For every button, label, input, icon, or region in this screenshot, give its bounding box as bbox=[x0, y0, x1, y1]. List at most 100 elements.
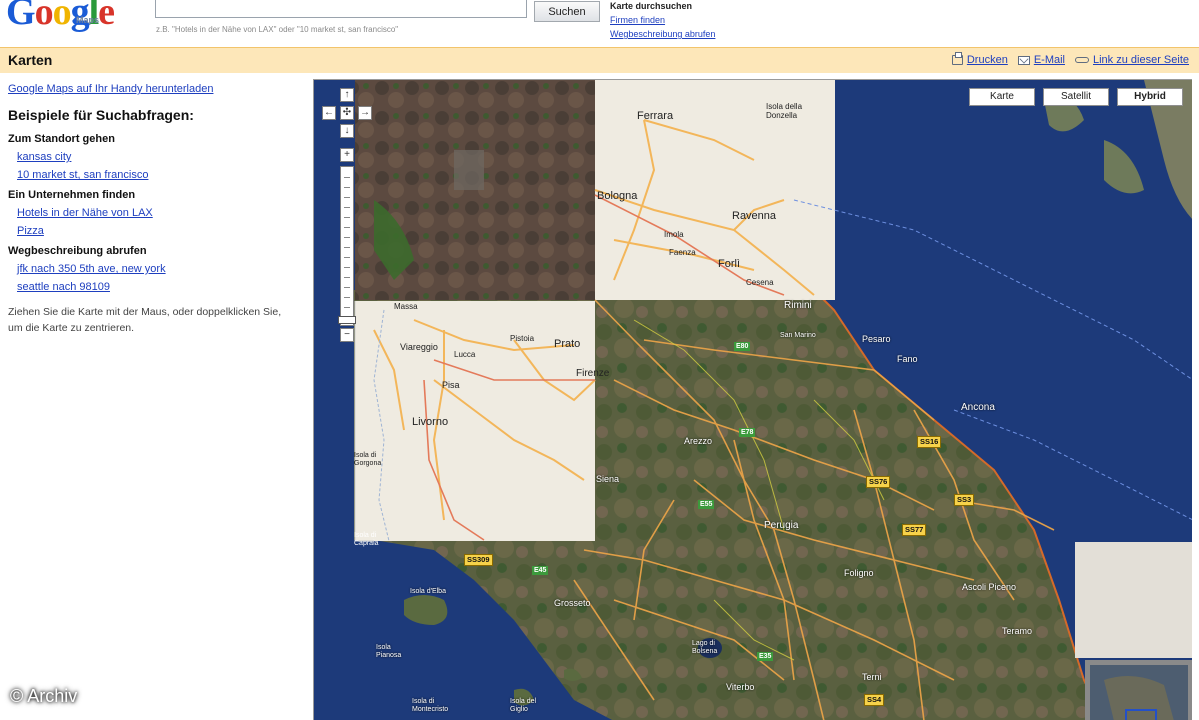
place-label: Isola d'Elba bbox=[410, 588, 446, 595]
place-label: Ascoli Piceno bbox=[962, 582, 1017, 592]
place-label: Imola bbox=[664, 230, 684, 239]
get-directions-link[interactable]: Wegbeschreibung abrufen bbox=[610, 27, 715, 41]
header: Google Maps Suchen z.B. "Hotels in der N… bbox=[0, 0, 1199, 46]
place-label: Arezzo bbox=[684, 436, 713, 446]
title-bar: Karten Drucken E-Mail Link zu dieser Sei… bbox=[0, 47, 1199, 73]
place-label: Lucca bbox=[454, 350, 476, 359]
map-imagery bbox=[314, 80, 1192, 720]
place-label: Perugia bbox=[764, 520, 799, 531]
zoom-out-icon[interactable]: − bbox=[340, 328, 354, 342]
place-label: Massa bbox=[394, 302, 418, 311]
print-button[interactable]: Drucken bbox=[951, 52, 1008, 66]
place-label: Viareggio bbox=[400, 342, 438, 352]
mail-icon bbox=[1017, 55, 1030, 65]
title-actions: Drucken E-Mail Link zu dieser Seite bbox=[951, 52, 1189, 66]
place-label: Bologna bbox=[597, 190, 638, 202]
example-link[interactable]: 10 market st, san francisco bbox=[17, 166, 298, 184]
place-label: Foligno bbox=[844, 568, 874, 578]
example-link[interactable]: seattle nach 98109 bbox=[17, 278, 298, 296]
place-label: Forlì bbox=[718, 258, 740, 270]
pan-right-icon[interactable]: → bbox=[358, 106, 372, 120]
example-link[interactable]: jfk nach 350 5th ave, new york bbox=[17, 260, 298, 278]
search-map-label: Karte durchsuchen bbox=[610, 1, 693, 11]
search-input[interactable] bbox=[155, 0, 527, 18]
copyright-watermark: © Archiv bbox=[10, 686, 78, 706]
email-button[interactable]: E-Mail bbox=[1017, 54, 1065, 66]
map-type-satellite-button[interactable]: Satellit bbox=[1043, 88, 1109, 106]
pan-down-icon[interactable]: ↓ bbox=[340, 124, 354, 138]
place-label: Isola di Montecristo bbox=[412, 698, 449, 713]
example-link[interactable]: Hotels in der Nähe von LAX bbox=[17, 204, 298, 222]
section-title-business: Ein Unternehmen finden bbox=[8, 189, 136, 201]
place-label: Rimini bbox=[784, 300, 812, 311]
section-links-directions: jfk nach 350 5th ave, new york seattle n… bbox=[8, 260, 298, 296]
find-business-link[interactable]: Firmen finden bbox=[610, 13, 715, 27]
place-label: Isola di Gorgona bbox=[354, 452, 382, 467]
place-label: Isola Pianosa bbox=[376, 644, 402, 659]
place-label: Cesena bbox=[746, 278, 774, 287]
place-label: Isola del Giglio bbox=[510, 698, 537, 713]
print-icon bbox=[951, 52, 963, 65]
road-shield: E45 bbox=[532, 566, 549, 575]
print-label: Drucken bbox=[966, 54, 1008, 66]
road-shield: SS77 bbox=[902, 524, 927, 536]
section-title-location: Zum Standort gehen bbox=[8, 133, 115, 145]
place-label: Siena bbox=[596, 474, 620, 484]
section-links-business: Hotels in der Nähe von LAX Pizza bbox=[8, 204, 298, 240]
place-label: Pesaro bbox=[862, 334, 891, 344]
email-label: E-Mail bbox=[1033, 54, 1065, 66]
link-icon bbox=[1075, 57, 1089, 63]
pan-left-icon[interactable]: ← bbox=[322, 106, 336, 120]
road-shield: SS309 bbox=[464, 554, 493, 566]
place-label: Teramo bbox=[1002, 626, 1033, 636]
place-label: Livorno bbox=[412, 416, 449, 428]
pan-up-icon[interactable]: ↑ bbox=[340, 88, 354, 102]
map-usage-hint: Ziehen Sie die Karte mit der Maus, oder … bbox=[8, 306, 282, 334]
map-type-map-button[interactable]: Karte bbox=[969, 88, 1035, 106]
page-title: Karten bbox=[8, 52, 53, 68]
logo-subtitle: Maps bbox=[76, 15, 100, 25]
place-label: Terni bbox=[862, 672, 882, 682]
google-maps-logo[interactable]: Google Maps bbox=[6, 0, 146, 44]
section-title-directions: Wegbeschreibung abrufen bbox=[8, 245, 147, 257]
map-type-hybrid-button[interactable]: Hybrid bbox=[1117, 88, 1183, 106]
place-label: Firenze bbox=[576, 368, 610, 379]
mobile-download-link[interactable]: Google Maps auf Ihr Handy herunterladen bbox=[8, 80, 298, 98]
place-label: Ravenna bbox=[732, 210, 777, 222]
road-shield: E55 bbox=[698, 500, 715, 509]
place-label: Isola della Donzella bbox=[766, 102, 803, 120]
road-shield: SS3 bbox=[954, 494, 975, 506]
link-label: Link zu dieser Seite bbox=[1093, 54, 1189, 66]
place-label: Ancona bbox=[961, 402, 995, 413]
place-label: Isola di Capraia bbox=[354, 532, 379, 547]
place-label: Lago di Bolsena bbox=[692, 640, 718, 655]
search-options: Karte durchsuchen Firmen finden Wegbesch… bbox=[610, 0, 715, 41]
map-canvas[interactable]: Karte Satellit Hybrid ↑ ← ✣ → ↓ + − Ferr… bbox=[313, 79, 1192, 720]
place-label: Ferrara bbox=[637, 110, 674, 122]
search-hint: z.B. "Hotels in der Nähe von LAX" oder "… bbox=[156, 25, 399, 34]
link-to-page-button[interactable]: Link zu dieser Seite bbox=[1075, 54, 1189, 66]
place-label: Pistoia bbox=[510, 334, 535, 343]
road-shield: SS16 bbox=[917, 436, 942, 448]
road-shield: E35 bbox=[757, 652, 774, 661]
sidebar: Google Maps auf Ihr Handy herunterladen … bbox=[8, 80, 298, 336]
road-shield: SS4 bbox=[864, 694, 885, 706]
example-link[interactable]: kansas city bbox=[17, 148, 298, 166]
center-map-icon[interactable]: ✣ bbox=[340, 106, 354, 120]
road-shield: E78 bbox=[739, 428, 756, 437]
section-links-location: kansas city 10 market st, san francisco bbox=[8, 148, 298, 184]
examples-heading: Beispiele für Suchabfragen: bbox=[8, 107, 194, 123]
search-button[interactable]: Suchen bbox=[534, 1, 600, 22]
place-label: Pisa bbox=[442, 380, 460, 390]
place-label: Viterbo bbox=[726, 682, 755, 692]
place-label: Fano bbox=[897, 354, 918, 364]
place-label: San Marino bbox=[780, 332, 816, 339]
zoom-in-icon[interactable]: + bbox=[340, 148, 354, 162]
place-label: Grosseto bbox=[554, 598, 591, 608]
zoom-slider-handle[interactable] bbox=[338, 316, 356, 324]
place-label: Prato bbox=[554, 338, 581, 350]
road-shield: SS76 bbox=[866, 476, 891, 488]
place-label: Faenza bbox=[669, 248, 696, 257]
zoom-slider[interactable] bbox=[340, 166, 354, 326]
example-link[interactable]: Pizza bbox=[17, 222, 298, 240]
